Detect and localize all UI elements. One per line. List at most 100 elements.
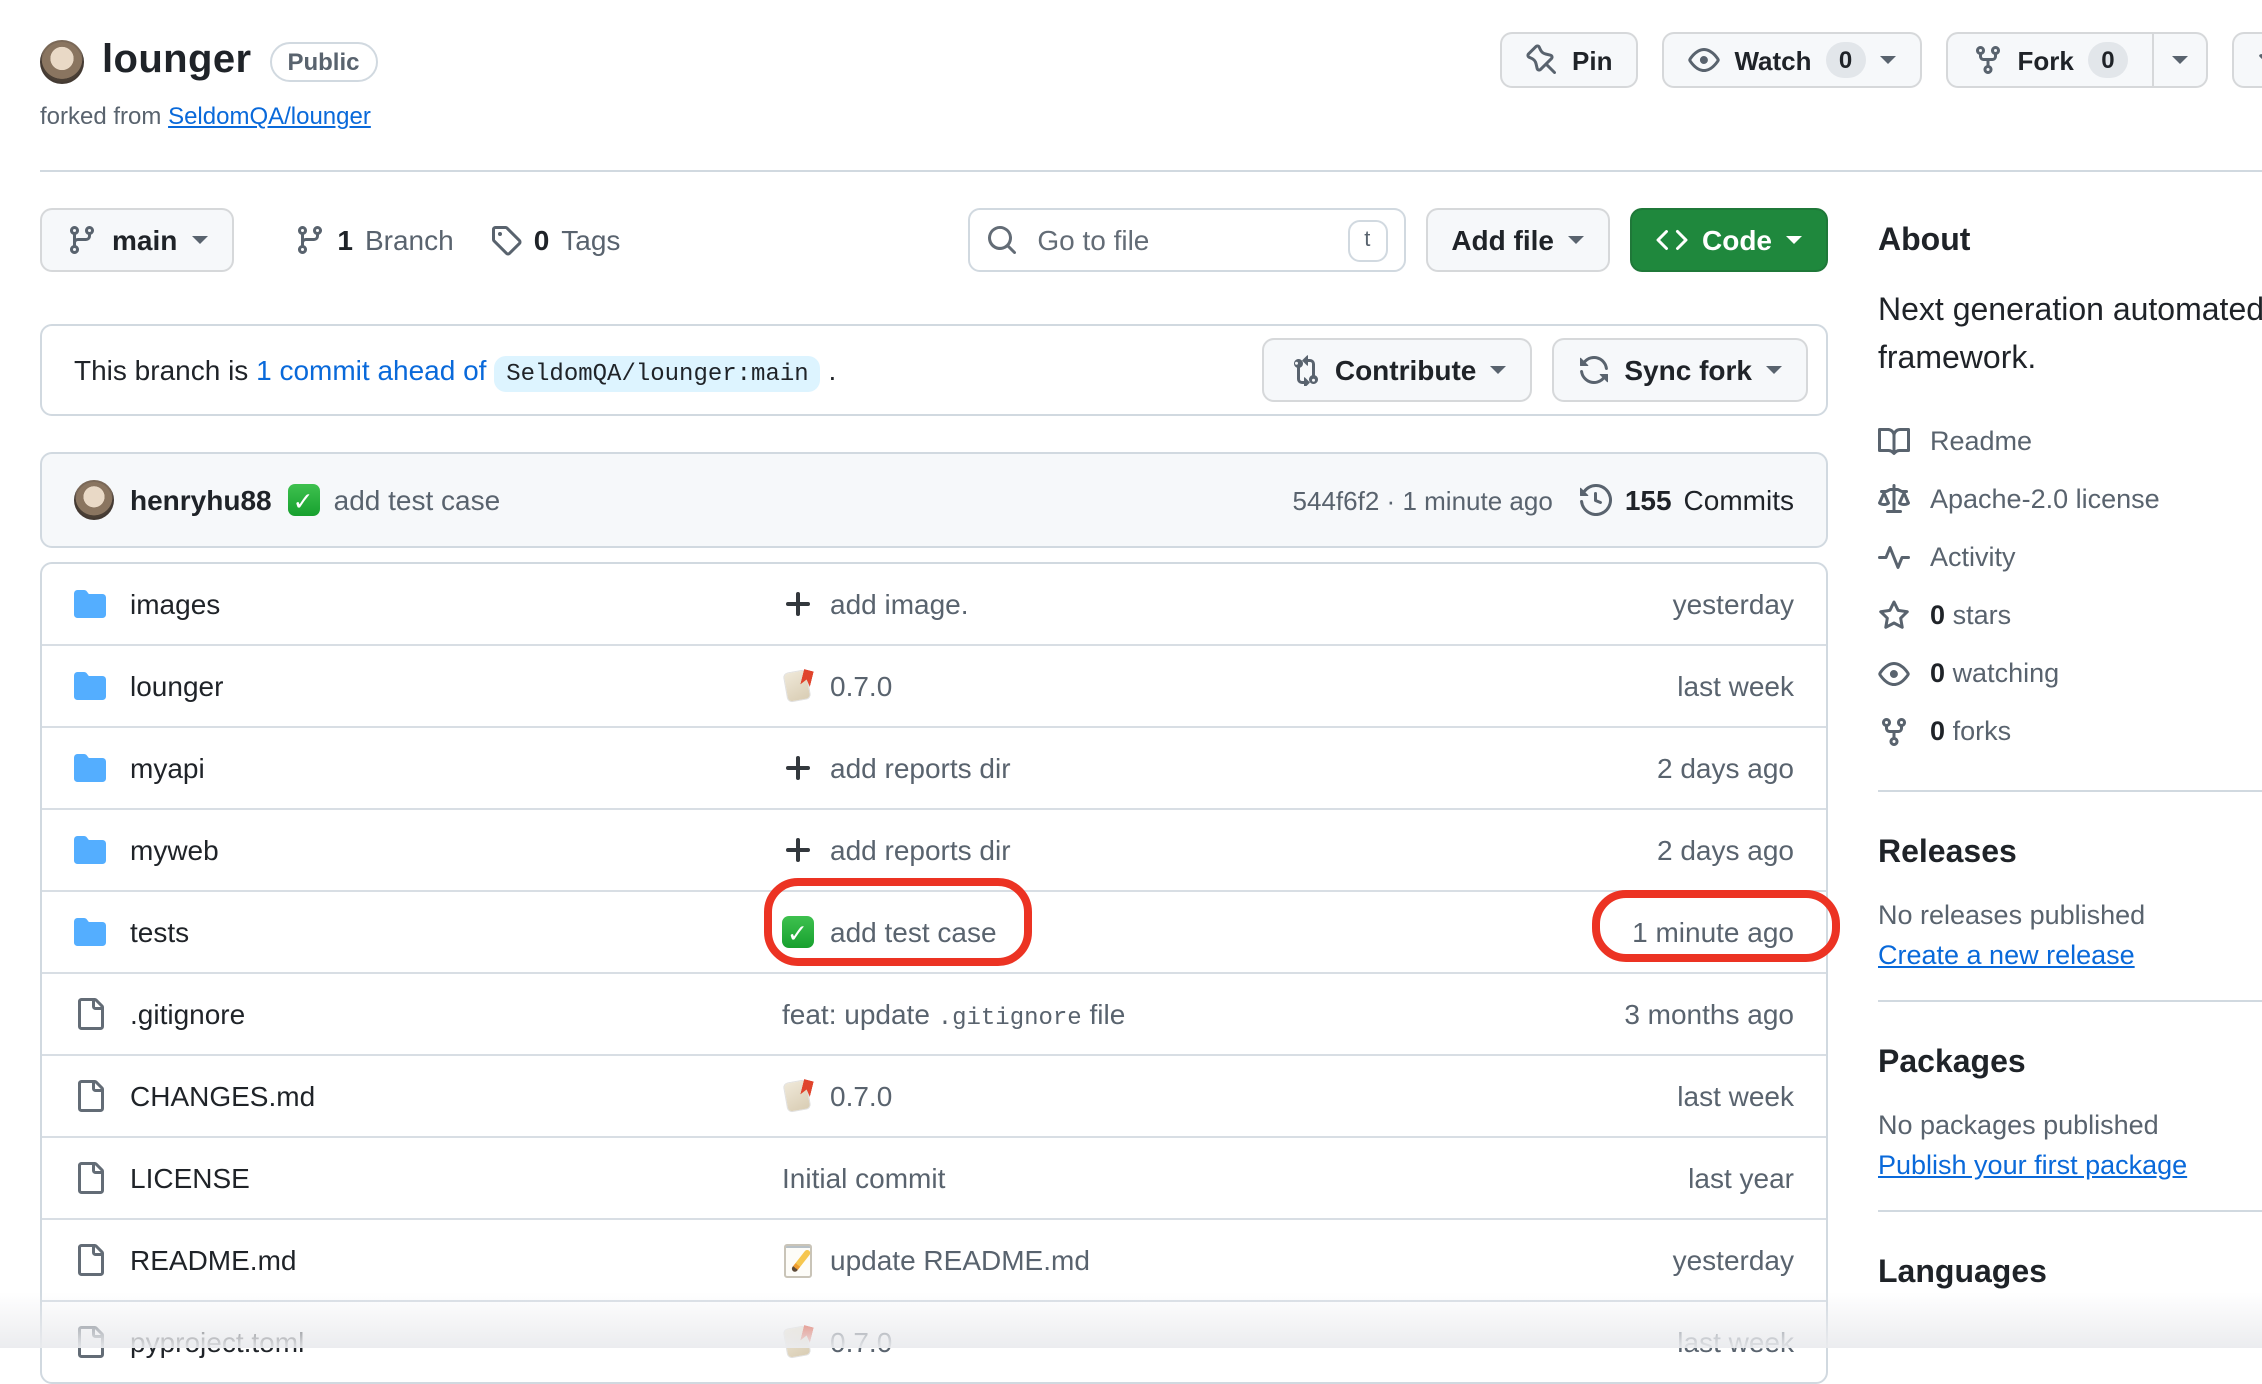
row-commit-message-link[interactable]: 0.7.0 [782, 670, 1454, 702]
commit-time: 1 minute ago [1402, 485, 1552, 515]
status-suffix: . [828, 353, 836, 385]
contribute-label: Contribute [1335, 354, 1477, 386]
file-table-row: myapi add reports dir 2 days ago [42, 726, 1826, 808]
commit-sha-and-time[interactable]: 544f6f2 · 1 minute ago [1293, 485, 1553, 515]
sidebar-item-stars[interactable]: 0 stars [1878, 586, 2262, 644]
forks-label: forks [1953, 716, 2012, 746]
pin-button[interactable]: Pin [1500, 32, 1638, 88]
commit-history-link[interactable]: 155 Commits [1581, 484, 1794, 516]
chevron-down-icon [1786, 236, 1802, 244]
repo-title[interactable]: lounger [102, 38, 251, 84]
row-commit-message: 0.7.0 [830, 670, 892, 702]
releases-section: Releases No releases published Create a … [1878, 836, 2262, 970]
file-table-row: lounger 0.7.0 last week [42, 644, 1826, 726]
code-button[interactable]: Code [1630, 208, 1828, 272]
row-commit-message-link[interactable]: update README.md [782, 1244, 1454, 1276]
repo-owner-avatar[interactable] [40, 39, 84, 83]
plus-emoji-icon [782, 588, 814, 620]
file-name-link[interactable]: tests [130, 916, 189, 948]
ahead-commits-link[interactable]: 1 commit ahead of [256, 353, 486, 385]
packages-heading: Packages [1878, 1046, 2262, 1082]
row-commit-message-link[interactable]: Initial commit [782, 1162, 1454, 1194]
file-table-row: pyproject.toml 0.7.0 last week [42, 1300, 1826, 1382]
publish-package-link[interactable]: Publish your first package [1878, 1150, 2187, 1180]
file-name-link[interactable]: myweb [130, 834, 219, 866]
row-commit-message-link[interactable]: add reports dir [782, 834, 1454, 866]
eye-icon [1688, 44, 1720, 76]
file-name-link[interactable]: CHANGES.md [130, 1080, 315, 1112]
latest-commit-message-link[interactable]: add test case [288, 484, 501, 516]
file-name-link[interactable]: pyproject.toml [130, 1326, 304, 1358]
commit-sha[interactable]: 544f6f2 [1293, 485, 1380, 515]
commit-author-avatar[interactable] [74, 480, 114, 520]
sidebar-item-readme[interactable]: Readme [1878, 412, 2262, 470]
sidebar-item-license[interactable]: Apache-2.0 license [1878, 470, 2262, 528]
folder-icon [74, 916, 106, 948]
branch-selector-button[interactable]: main [40, 208, 233, 272]
star-icon [2258, 44, 2262, 76]
row-commit-date: 2 days ago [1454, 752, 1794, 784]
row-commit-message-link[interactable]: add image. [782, 588, 1454, 620]
row-commit-date: last week [1454, 1080, 1794, 1112]
add-file-button[interactable]: Add file [1425, 208, 1610, 272]
file-name-link[interactable]: README.md [130, 1244, 296, 1276]
sidebar-item-watching[interactable]: 0 watching [1878, 644, 2262, 702]
sidebar: About Next generation automated testing … [1878, 224, 2262, 1320]
search-icon [985, 224, 1017, 256]
file-name-link[interactable]: myapi [130, 752, 205, 784]
file-icon [74, 1162, 106, 1194]
file-name-link[interactable]: lounger [130, 670, 223, 702]
header-divider [40, 170, 2262, 172]
chevron-down-icon [1568, 236, 1584, 244]
star-button[interactable] [2232, 32, 2262, 88]
branch-status-text: This branch is 1 commit ahead of SeldomQ… [74, 353, 836, 387]
contribute-button[interactable]: Contribute [1263, 338, 1533, 402]
watching-label: watching [1953, 658, 2060, 688]
chevron-down-icon [1490, 366, 1506, 374]
row-commit-message-link[interactable]: add reports dir [782, 752, 1454, 784]
row-commit-message-link[interactable]: 0.7.0 [782, 1326, 1454, 1358]
branches-link[interactable]: 1 Branch [293, 224, 453, 256]
stars-count: 0 [1930, 600, 1945, 630]
bookmark-emoji-icon [782, 1080, 814, 1112]
about-heading: About [1878, 224, 2262, 260]
sidebar-divider [1878, 1210, 2262, 1212]
current-branch-label: main [112, 224, 177, 256]
file-name-link[interactable]: images [130, 588, 220, 620]
fork-dropdown-button[interactable] [2152, 32, 2208, 88]
row-commit-date: 1 minute ago [1454, 916, 1794, 948]
repo-action-buttons: Pin Watch 0 Fork 0 [1500, 32, 2262, 88]
go-to-file-box: t [967, 208, 1405, 272]
row-commit-message-link[interactable]: 0.7.0 [782, 1080, 1454, 1112]
file-toolbar: main 1 Branch 0 Tags t Add file Code [40, 208, 1828, 272]
forks-count: 0 [1930, 716, 1945, 746]
go-to-file-input[interactable] [1033, 222, 1331, 258]
commits-count: 155 [1625, 484, 1672, 516]
commit-author-link[interactable]: henryhu88 [130, 484, 272, 516]
releases-empty-text: No releases published [1878, 900, 2262, 930]
file-name-link[interactable]: LICENSE [130, 1162, 250, 1194]
fork-button[interactable]: Fork 0 [1946, 32, 2154, 88]
create-release-link[interactable]: Create a new release [1878, 940, 2135, 970]
sync-fork-button[interactable]: Sync fork [1552, 338, 1808, 402]
watch-button[interactable]: Watch 0 [1662, 32, 1921, 88]
fork-split-button: Fork 0 [1946, 32, 2208, 88]
sidebar-item-forks[interactable]: 0 forks [1878, 702, 2262, 760]
file-table-row: images add image. yesterday [42, 564, 1826, 644]
row-commit-date: last year [1454, 1162, 1794, 1194]
tags-link[interactable]: 0 Tags [490, 224, 621, 256]
git-branch-icon [293, 224, 325, 256]
memo-emoji-icon [782, 1244, 814, 1276]
folder-icon [74, 752, 106, 784]
sync-fork-label: Sync fork [1624, 354, 1752, 386]
forked-from-link[interactable]: SeldomQA/lounger [168, 102, 371, 130]
row-commit-message-link[interactable]: feat: update .gitignore file [782, 997, 1454, 1031]
commits-count-label: Commits [1684, 484, 1794, 516]
row-commit-message-link[interactable]: add test case [782, 916, 1454, 948]
visibility-badge: Public [269, 41, 377, 81]
file-table-body: images add image. yesterday lounger 0.7.… [42, 564, 1826, 1382]
branches-label: Branch [365, 224, 454, 256]
file-name-link[interactable]: .gitignore [130, 998, 245, 1030]
sidebar-item-activity[interactable]: Activity [1878, 528, 2262, 586]
pin-button-label: Pin [1572, 45, 1612, 75]
